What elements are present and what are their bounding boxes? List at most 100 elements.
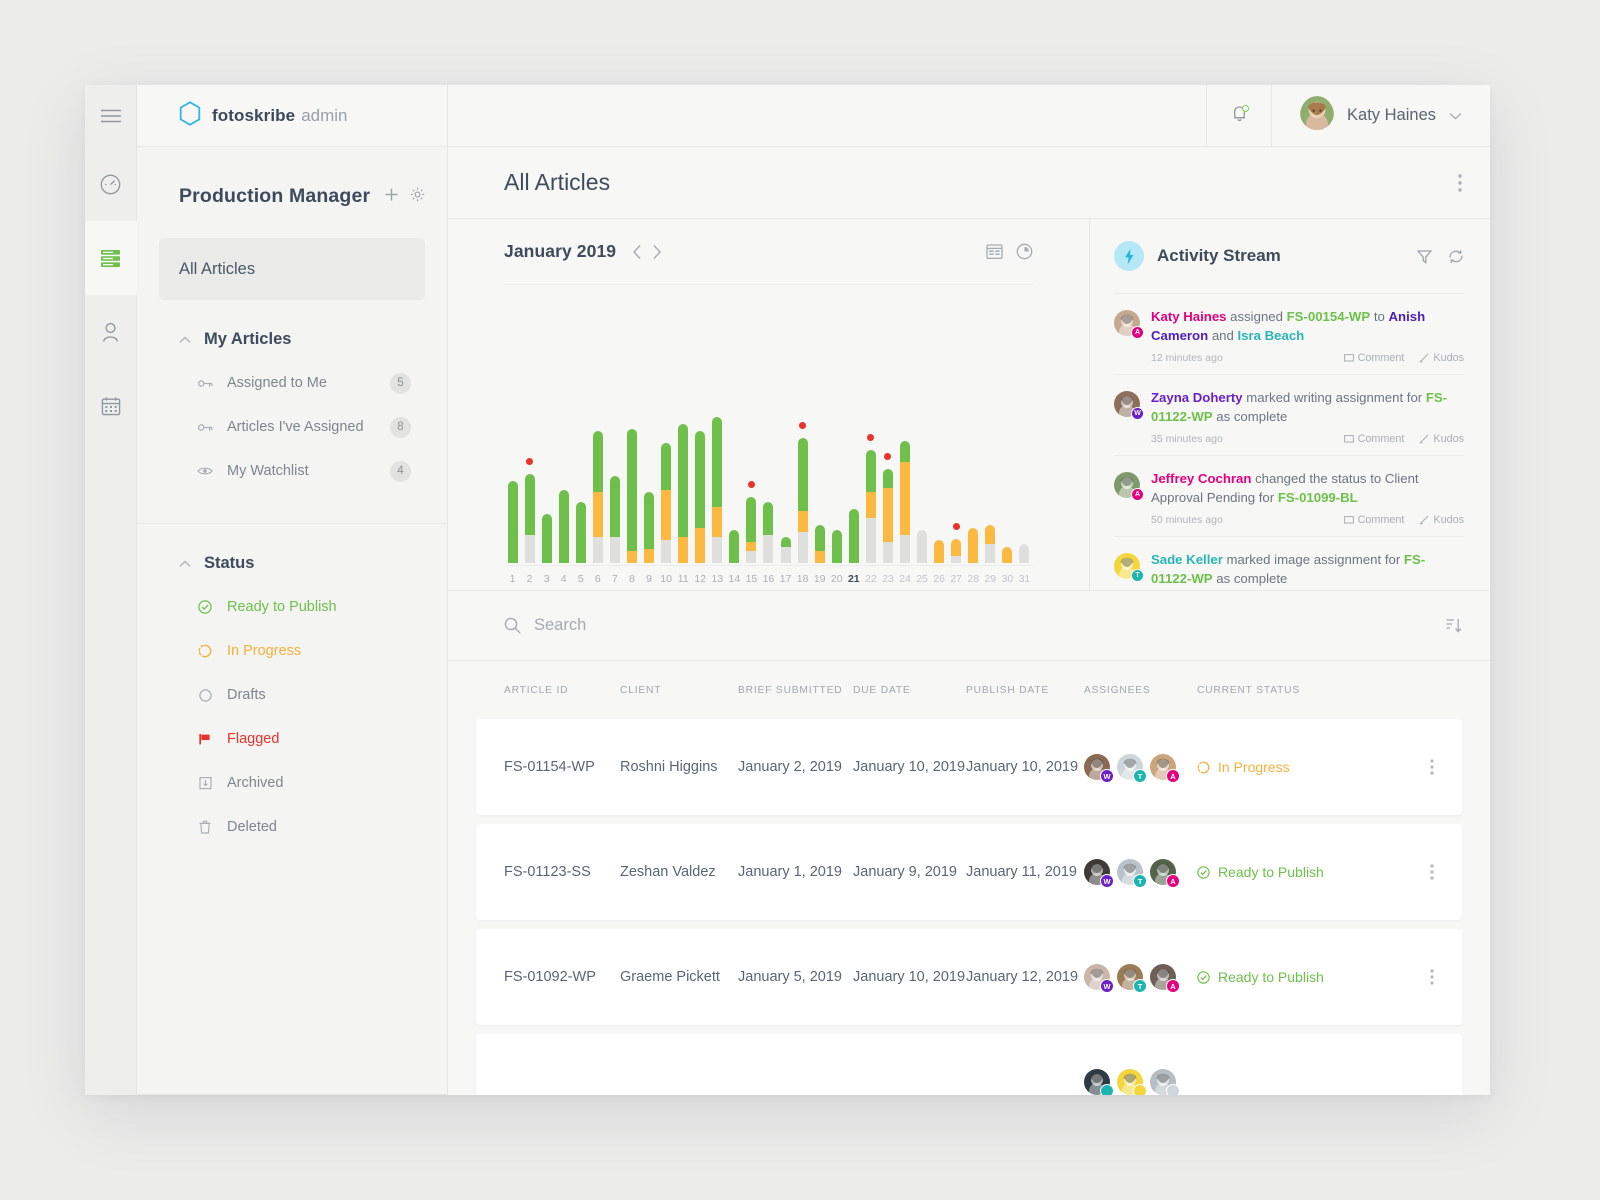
column-header[interactable]: ARTICLE ID — [504, 685, 620, 696]
avatar[interactable] — [1117, 1069, 1147, 1095]
sidebar-item-all-articles[interactable]: All Articles — [159, 238, 425, 300]
filter-icon[interactable] — [1417, 249, 1432, 264]
chevron-left-icon[interactable] — [632, 244, 642, 260]
bar-slot[interactable] — [675, 299, 692, 563]
user-menu[interactable]: Katy Haines — [1272, 85, 1490, 146]
bar-slot[interactable] — [777, 299, 794, 563]
activity-article-id[interactable]: FS-00154-WP — [1287, 309, 1371, 324]
activity-actor[interactable]: Sade Keller — [1151, 552, 1223, 567]
bar-slot[interactable] — [794, 299, 811, 563]
avatar[interactable]: A — [1150, 964, 1180, 994]
sidebar-item-in-progress[interactable]: In Progress — [137, 629, 447, 673]
avatar[interactable]: A — [1150, 859, 1180, 889]
sidebar-item-deleted[interactable]: Deleted — [137, 805, 447, 849]
bar-slot[interactable] — [862, 299, 879, 563]
activity-article-id[interactable]: FS-01099-BL — [1278, 490, 1358, 505]
hamburger-menu-button[interactable] — [85, 85, 137, 147]
bar-slot[interactable] — [726, 299, 743, 563]
avatar[interactable]: T — [1117, 754, 1147, 784]
calendar-view-icon[interactable] — [986, 243, 1003, 260]
bar-slot[interactable] — [879, 299, 896, 563]
bar-slot[interactable] — [641, 299, 658, 563]
column-header[interactable]: BRIEF SUBMITTED — [738, 685, 853, 696]
bar-slot[interactable] — [811, 299, 828, 563]
table-row[interactable]: FS-01154-WP Roshni Higgins January 2, 2019… — [476, 719, 1462, 815]
table-row[interactable]: FS-01092-WP Graeme Pickett January 5, 2019… — [476, 929, 1462, 1025]
avatar[interactable]: W — [1084, 964, 1114, 994]
bar-slot[interactable] — [948, 299, 965, 563]
rail-item-calendar[interactable] — [85, 369, 137, 443]
bar-slot[interactable] — [931, 299, 948, 563]
column-header[interactable]: DUE DATE — [853, 685, 966, 696]
sidebar-item-my-watchlist[interactable]: My Watchlist 4 — [137, 449, 447, 493]
activity-actor[interactable]: Katy Haines — [1151, 309, 1227, 324]
clock-view-icon[interactable] — [1016, 243, 1033, 260]
refresh-icon[interactable] — [1448, 249, 1464, 264]
activity-item[interactable]: W Zayna Doherty marked writing assignment… — [1114, 375, 1464, 456]
row-menu-button[interactable] — [1412, 969, 1452, 985]
avatar[interactable]: W — [1084, 754, 1114, 784]
activity-item[interactable]: A Katy Haines assigned FS-00154-WP to Ani… — [1114, 294, 1464, 375]
bar-slot[interactable] — [914, 299, 931, 563]
bar-slot[interactable] — [538, 299, 555, 563]
bar-slot[interactable] — [896, 299, 913, 563]
sidebar-item-archived[interactable]: Archived — [137, 761, 447, 805]
rail-item-articles[interactable] — [85, 221, 137, 295]
comment-action[interactable]: Comment — [1343, 352, 1404, 364]
column-header[interactable]: ASSIGNEES — [1084, 685, 1197, 696]
kudos-action[interactable]: Kudos — [1419, 433, 1464, 445]
avatar[interactable]: T — [1117, 859, 1147, 889]
rail-item-dashboard[interactable] — [85, 147, 137, 221]
bar-slot[interactable] — [572, 299, 589, 563]
kudos-action[interactable]: Kudos — [1419, 514, 1464, 526]
bar-slot[interactable] — [760, 299, 777, 563]
kudos-action[interactable]: Kudos — [1419, 352, 1464, 364]
add-button[interactable] — [384, 187, 399, 207]
activity-actor[interactable]: Zayna Doherty — [1151, 390, 1243, 405]
activity-actor[interactable]: Jeffrey Cochran — [1151, 471, 1251, 486]
comment-action[interactable]: Comment — [1343, 433, 1404, 445]
chevron-right-icon[interactable] — [652, 244, 662, 260]
bar-slot[interactable] — [504, 299, 521, 563]
table-row[interactable] — [476, 1034, 1462, 1095]
notifications-button[interactable] — [1206, 85, 1273, 146]
bar-slot[interactable] — [589, 299, 606, 563]
bar-slot[interactable] — [692, 299, 709, 563]
sidebar-item-drafts[interactable]: Drafts — [137, 673, 447, 717]
bar-slot[interactable] — [658, 299, 675, 563]
bar-slot[interactable] — [521, 299, 538, 563]
bar-chart[interactable]: 1 2 3 4 5 6 7 8 9 10 11 12 13 14 15 16 17 18 19 20 21 22 23 24 2… — [504, 295, 1033, 590]
table-row[interactable]: FS-01123-SS Zeshan Valdez January 1, 2019 J… — [476, 824, 1462, 920]
search-input[interactable] — [534, 616, 834, 635]
avatar[interactable]: T — [1117, 964, 1147, 994]
row-menu-button[interactable] — [1412, 759, 1452, 775]
sidebar-item-assigned-to-me[interactable]: Assigned to Me 5 — [137, 361, 447, 405]
sidebar-section-my-articles[interactable]: My Articles — [137, 300, 447, 349]
bar-slot[interactable] — [965, 299, 982, 563]
bar-slot[interactable] — [982, 299, 999, 563]
sidebar-item-articles-ive-assigned[interactable]: Articles I've Assigned 8 — [137, 405, 447, 449]
sidebar-section-status[interactable]: Status — [137, 524, 447, 573]
bar-slot[interactable] — [555, 299, 572, 563]
avatar[interactable] — [1084, 1069, 1114, 1095]
avatar[interactable]: W — [1084, 859, 1114, 889]
bar-slot[interactable] — [845, 299, 862, 563]
activity-item[interactable]: T Sade Keller marked image assignment for… — [1114, 537, 1464, 590]
avatar[interactable]: A — [1150, 754, 1180, 784]
sidebar-item-ready-to-publish[interactable]: Ready to Publish — [137, 585, 447, 629]
bar-slot[interactable] — [1016, 299, 1033, 563]
page-overflow-button[interactable] — [1458, 173, 1462, 192]
comment-action[interactable]: Comment — [1343, 514, 1404, 526]
bar-slot[interactable] — [999, 299, 1016, 563]
sort-button[interactable] — [1445, 617, 1462, 634]
bar-slot[interactable] — [606, 299, 623, 563]
rail-item-people[interactable] — [85, 295, 137, 369]
column-header[interactable]: CLIENT — [620, 685, 738, 696]
bar-slot[interactable] — [828, 299, 845, 563]
activity-actor[interactable]: Isra Beach — [1238, 328, 1305, 343]
avatar[interactable] — [1150, 1069, 1180, 1095]
bar-slot[interactable] — [709, 299, 726, 563]
bar-slot[interactable] — [743, 299, 760, 563]
gear-icon[interactable] — [410, 187, 425, 207]
column-header[interactable]: PUBLISH DATE — [966, 685, 1084, 696]
